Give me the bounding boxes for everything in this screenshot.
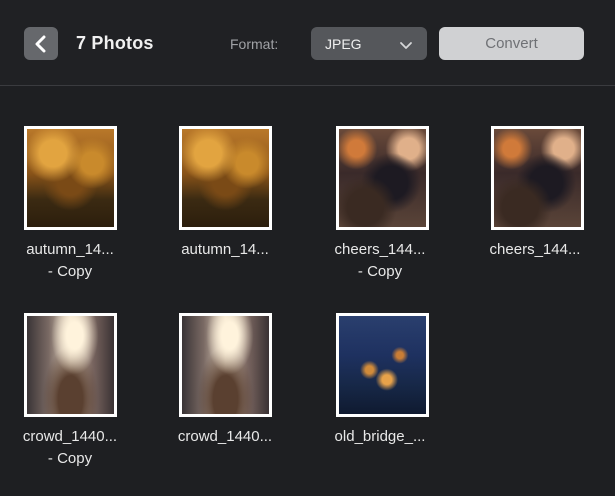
- photo-filename: autumn_14...: [165, 239, 285, 261]
- back-button[interactable]: [24, 27, 58, 60]
- photo-filename: cheers_144...: [475, 239, 595, 261]
- photo-thumbnail[interactable]: [24, 126, 117, 230]
- format-selected-value: JPEG: [325, 35, 362, 52]
- chevron-down-icon: [399, 38, 413, 56]
- photo-filename: crowd_1440... - Copy: [10, 426, 130, 470]
- photo-thumbnail[interactable]: [336, 126, 429, 230]
- header-divider: [0, 85, 615, 86]
- photo-filename: autumn_14... - Copy: [10, 239, 130, 283]
- thumbnail-image: [27, 129, 114, 227]
- page-title: 7 Photos: [76, 33, 154, 53]
- chevron-left-icon: [34, 35, 48, 53]
- filename-line-2: - Copy: [47, 450, 93, 467]
- photo-thumbnail[interactable]: [491, 126, 584, 230]
- thumbnail-image: [182, 129, 269, 227]
- photo-filename: old_bridge_...: [320, 426, 440, 448]
- photo-thumbnail[interactable]: [179, 126, 272, 230]
- filename-line-1: crowd_1440...: [177, 428, 273, 445]
- filename-line-1: autumn_14...: [26, 241, 114, 258]
- toolbar: 7 Photos Format: JPEG Convert: [0, 0, 615, 85]
- filename-line-2: - Copy: [47, 263, 93, 280]
- format-label: Format:: [230, 36, 279, 52]
- format-dropdown[interactable]: JPEG: [311, 27, 427, 60]
- thumbnail-image: [494, 129, 581, 227]
- photo-thumbnail[interactable]: [179, 313, 272, 417]
- thumbnail-image: [339, 129, 426, 227]
- filename-line-1: crowd_1440...: [22, 428, 118, 445]
- photo-filename: cheers_144... - Copy: [320, 239, 440, 283]
- photo-filename: crowd_1440...: [165, 426, 285, 448]
- filename-line-1: cheers_144...: [489, 241, 581, 258]
- photo-thumbnail[interactable]: [336, 313, 429, 417]
- thumbnail-image: [339, 316, 426, 414]
- filename-line-1: cheers_144...: [334, 241, 426, 258]
- thumbnail-image: [182, 316, 269, 414]
- filename-line-1: autumn_14...: [181, 241, 269, 258]
- filename-line-2: - Copy: [357, 263, 403, 280]
- filename-line-1: old_bridge_...: [334, 428, 426, 445]
- thumbnail-image: [27, 316, 114, 414]
- convert-button[interactable]: Convert: [439, 27, 584, 60]
- photo-thumbnail[interactable]: [24, 313, 117, 417]
